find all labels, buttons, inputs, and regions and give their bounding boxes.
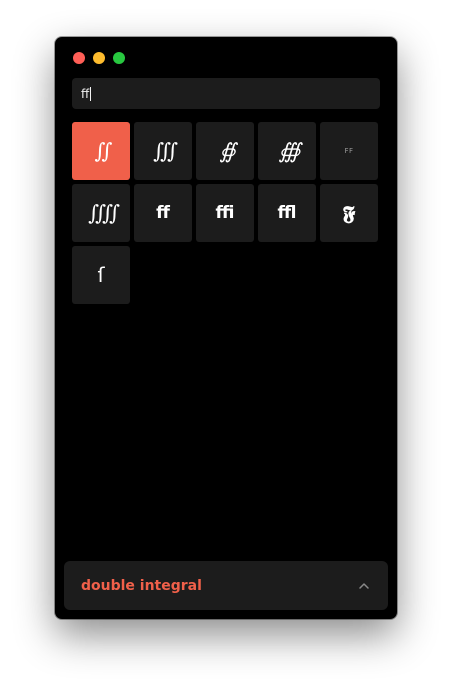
result-glyph: FF (344, 146, 354, 155)
result-glyph: ∭ (153, 138, 178, 163)
result-cell[interactable]: ﬀ (134, 184, 192, 242)
result-glyph: ∬ (94, 138, 113, 163)
result-glyph: ∰ (278, 138, 300, 163)
app-window: ff ∬ ∭ ∯ ∰ FF ⨌ ﬀ ﬃ ﬄ 𝕱 ſ double integra… (55, 37, 397, 619)
result-cell[interactable]: ſ (72, 246, 130, 304)
result-cell[interactable]: ∬ (72, 122, 130, 180)
result-glyph: ﬀ (156, 202, 170, 223)
result-glyph: ⨌ (88, 200, 120, 225)
result-cell[interactable]: ∰ (258, 122, 316, 180)
text-caret (90, 86, 92, 101)
minimize-window-button[interactable] (93, 52, 105, 64)
result-cell[interactable]: ⨌ (72, 184, 130, 242)
result-cell[interactable]: 𝕱 (320, 184, 378, 242)
result-cell[interactable]: ﬄ (258, 184, 316, 242)
close-window-button[interactable] (73, 52, 85, 64)
result-glyph: ﬄ (277, 202, 297, 223)
result-cell[interactable]: FF (320, 122, 378, 180)
result-glyph: 𝕱 (342, 201, 356, 225)
result-glyph: ∯ (219, 138, 235, 163)
result-glyph: ﬃ (215, 202, 235, 223)
search-input-value: ff (81, 86, 90, 101)
result-glyph: ſ (97, 263, 105, 287)
selection-detail-bar[interactable]: double integral (64, 561, 388, 610)
result-cell[interactable]: ﬃ (196, 184, 254, 242)
maximize-window-button[interactable] (113, 52, 125, 64)
search-input[interactable]: ff (72, 78, 380, 109)
chevron-up-icon[interactable] (357, 579, 371, 593)
result-cell[interactable]: ∭ (134, 122, 192, 180)
result-cell[interactable]: ∯ (196, 122, 254, 180)
selected-character-name: double integral (81, 577, 202, 594)
